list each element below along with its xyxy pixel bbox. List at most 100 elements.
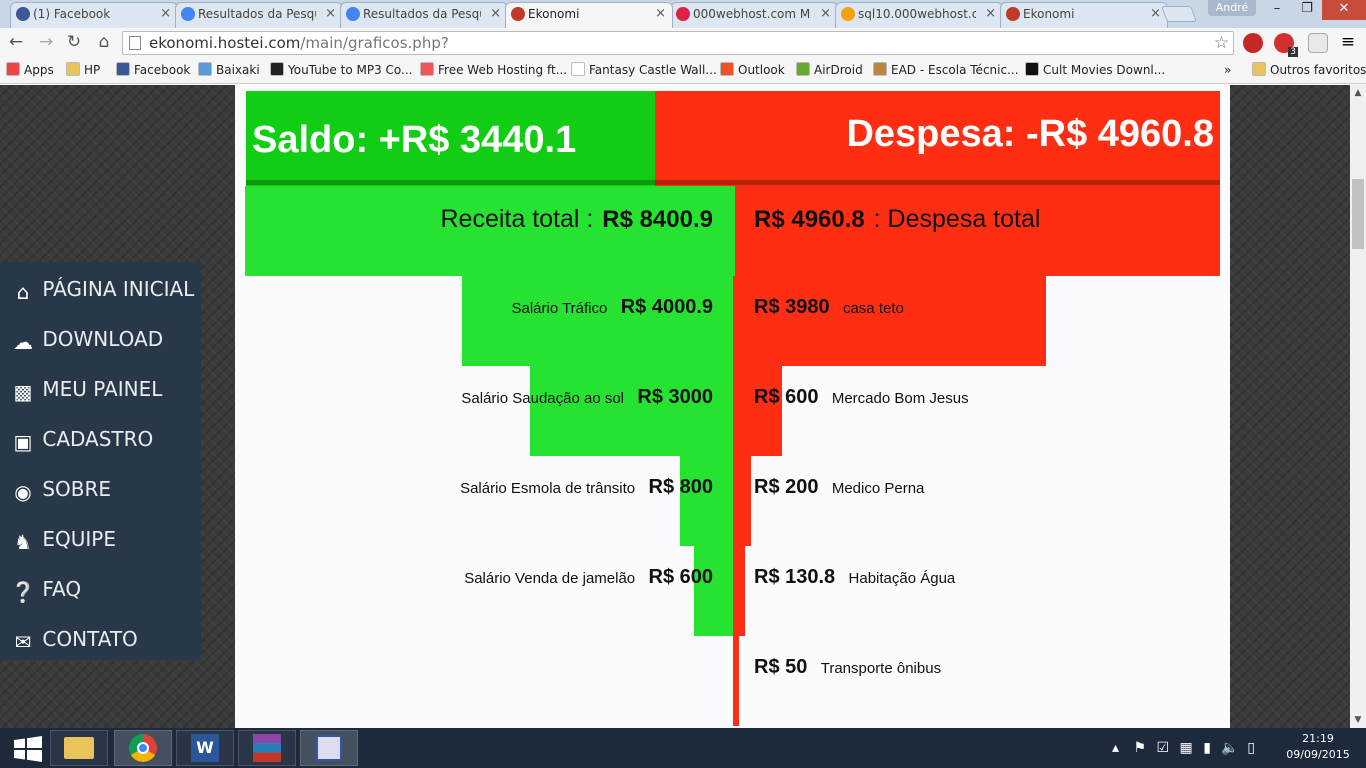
bookmark-item[interactable]: » — [1224, 62, 1231, 78]
tab-close-icon[interactable]: × — [325, 3, 336, 25]
bookmark-item[interactable]: HP — [66, 62, 100, 78]
sidebar-item[interactable]: ♞ EQUIPE — [10, 519, 200, 559]
editor-icon[interactable] — [300, 730, 358, 766]
id-card-icon: ▣ — [13, 430, 33, 454]
income-name: Salário Tráfico — [511, 300, 608, 317]
sidebar-item[interactable]: ◉ SOBRE — [10, 469, 200, 509]
sidebar-item[interactable]: ✉ CONTATO — [10, 619, 200, 659]
word-icon[interactable]: W — [176, 730, 234, 766]
profile-button[interactable]: André — [1208, 0, 1256, 16]
tab-title: Ekonomi — [528, 7, 580, 21]
menu-icon[interactable]: ≡ — [1338, 33, 1358, 53]
income-name: Salário Esmola de trânsito — [460, 480, 636, 497]
bookmark-label: Apps — [24, 63, 54, 77]
volume-icon[interactable]: 🔈 — [1221, 740, 1238, 756]
tab-close-icon[interactable]: × — [1150, 3, 1161, 25]
home-icon[interactable]: ⌂ — [94, 33, 114, 51]
show-hidden-icon[interactable]: ▴ — [1112, 740, 1119, 756]
extension-icon[interactable] — [1308, 33, 1328, 53]
despesa-total-label: R$ 4960.8 : Despesa total — [754, 205, 1040, 234]
tab-title: sql10.000webhost.co — [858, 7, 976, 21]
bookmark-label: AirDroid — [814, 63, 863, 77]
windows-icon[interactable]: ▦ — [1180, 740, 1193, 756]
bookmark-icon — [420, 62, 434, 76]
extension-badge: 3 — [1288, 47, 1298, 57]
browser-tab[interactable]: sql10.000webhost.co × — [835, 2, 1003, 28]
network-icon[interactable]: ▯ — [1247, 740, 1255, 756]
maximize-icon[interactable]: ❐ — [1292, 0, 1322, 20]
scroll-down-icon[interactable]: ▼ — [1350, 712, 1366, 728]
browser-tab[interactable]: Resultados da Pesqu × — [340, 2, 508, 28]
bookmark-item[interactable]: Free Web Hosting ft... — [420, 62, 567, 78]
tab-title: 000webhost.com Me — [693, 7, 811, 21]
bookmark-icon — [873, 62, 887, 76]
bookmark-item[interactable]: YouTube to MP3 Co... — [270, 62, 412, 78]
sidebar-item[interactable]: ▣ CADASTRO — [10, 419, 200, 459]
expense-value: R$ 50 — [754, 656, 808, 678]
expense-bar-label: R$ 130.8 Habitação Água — [754, 566, 955, 589]
extension-icon[interactable] — [1243, 33, 1263, 53]
bookmark-item[interactable]: Baixaki — [198, 62, 260, 78]
bookmark-label: Cult Movies Downl... — [1043, 63, 1166, 77]
scrollbar-thumb[interactable] — [1352, 179, 1364, 249]
bookmark-label: Fantasy Castle Wall... — [589, 63, 717, 77]
file-explorer-icon[interactable] — [50, 730, 108, 766]
browser-tab[interactable]: Ekonomi × — [505, 2, 673, 28]
expense-bar-label: R$ 200 Medico Perna — [754, 476, 924, 499]
sidebar-item[interactable]: ⌂ PÁGINA INICIAL — [10, 269, 200, 309]
expense-value: R$ 200 — [754, 476, 819, 498]
clock-time: 21:19 — [1302, 732, 1334, 745]
battery-icon[interactable]: ▮ — [1203, 740, 1211, 756]
bookmark-icon — [1025, 62, 1039, 76]
sidebar-item-label: PÁGINA INICIAL — [42, 277, 195, 301]
income-bar — [694, 546, 735, 636]
divider — [246, 180, 1220, 185]
bookmark-label: YouTube to MP3 Co... — [288, 63, 413, 77]
bookmark-star-icon[interactable]: ☆ — [1214, 32, 1229, 54]
tab-favicon-icon — [181, 7, 195, 21]
bookmark-item[interactable]: Cult Movies Downl... — [1025, 62, 1165, 78]
sidebar-item[interactable]: ☁ DOWNLOAD — [10, 319, 200, 359]
address-bar[interactable]: ekonomi.hostei.com/main/graficos.php? ☆ — [122, 31, 1234, 55]
sidebar-item[interactable]: ❔ FAQ — [10, 569, 200, 609]
bookmark-item[interactable]: Fantasy Castle Wall... — [571, 62, 717, 78]
tab-close-icon[interactable]: × — [985, 3, 996, 25]
bookmark-item[interactable]: Facebook — [116, 62, 190, 78]
sidebar-item-label: EQUIPE — [42, 527, 116, 551]
browser-tab[interactable]: Resultados da Pesqu × — [175, 2, 343, 28]
clock[interactable]: 21:19 09/09/2015 — [1278, 731, 1358, 763]
tab-close-icon[interactable]: × — [490, 3, 501, 25]
bookmark-item[interactable]: AirDroid — [796, 62, 863, 78]
browser-tab[interactable]: 000webhost.com Me × — [670, 2, 838, 28]
scroll-up-icon[interactable]: ▲ — [1350, 85, 1366, 101]
vertical-scrollbar[interactable]: ▲ ▼ — [1350, 85, 1366, 728]
sidebar-item[interactable]: ▩ MEU PAINEL — [10, 369, 200, 409]
tab-close-icon[interactable]: × — [655, 3, 666, 25]
tab-close-icon[interactable]: × — [160, 3, 171, 25]
reload-icon[interactable]: ↻ — [64, 33, 84, 51]
despesa-banner: Despesa: -R$ 4960.8 — [655, 91, 1220, 186]
close-icon[interactable]: ✕ — [1322, 0, 1366, 20]
security-icon[interactable]: ☑ — [1157, 740, 1170, 756]
bookmark-item[interactable]: Outlook — [720, 62, 785, 78]
bookmark-item[interactable]: EAD - Escola Técnic... — [873, 62, 1019, 78]
contact-icon: ✉ — [14, 630, 32, 654]
back-icon[interactable]: ← — [6, 33, 26, 51]
minimize-icon[interactable]: – — [1262, 0, 1292, 20]
winrar-icon[interactable] — [238, 730, 296, 766]
bookmark-item[interactable]: Apps — [6, 62, 54, 78]
browser-tab[interactable]: (1) Facebook × — [10, 2, 178, 28]
bookmark-icon — [571, 62, 585, 76]
browser-tab[interactable]: Ekonomi × — [1000, 2, 1168, 28]
tab-favicon-icon — [511, 7, 525, 21]
forward-icon[interactable]: → — [36, 33, 56, 51]
extension-icon[interactable]: 3 — [1274, 33, 1298, 57]
flag-icon[interactable]: ⚑ — [1133, 740, 1146, 756]
tab-close-icon[interactable]: × — [820, 3, 831, 25]
expense-value: R$ 130.8 — [754, 566, 836, 588]
new-tab-button[interactable] — [1161, 6, 1197, 22]
bookmark-item[interactable]: Outros favoritos — [1252, 62, 1366, 78]
income-value: R$ 600 — [648, 566, 714, 588]
chrome-icon[interactable] — [114, 730, 172, 766]
page-icon — [129, 36, 141, 50]
